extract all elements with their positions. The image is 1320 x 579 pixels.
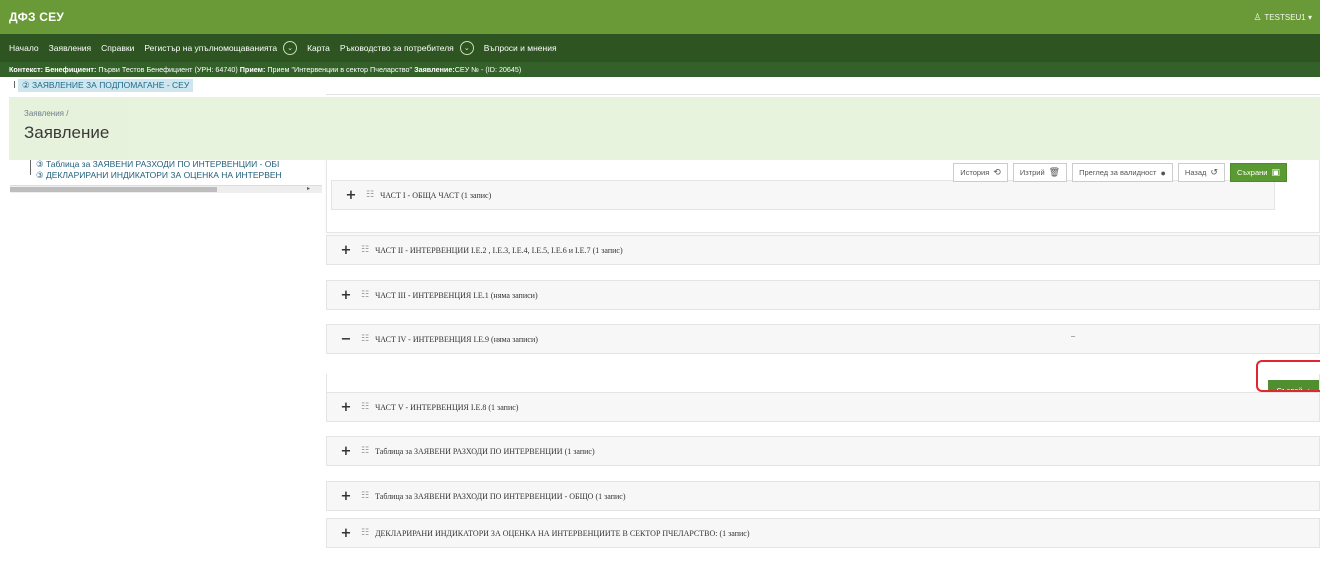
section-indicators[interactable]: + ☷ ДЕКЛАРИРАНИ ИНДИКАТОРИ ЗА ОЦЕНКА НА … xyxy=(326,518,1320,548)
expand-icon[interactable]: + xyxy=(340,400,352,415)
tree-scrollbar[interactable]: ▸ xyxy=(10,185,322,193)
delete-button-label: Изтрий xyxy=(1019,168,1045,177)
context-intake: Прием "Интервенции в сектор Пчеларство" xyxy=(265,65,415,74)
chevron-down-icon[interactable]: ⌄ xyxy=(283,41,298,55)
nav-authorizations-label: Регистър на упълномощаванията xyxy=(144,43,278,53)
section-part-5[interactable]: + ☷ ЧАСТ V - ИНТЕРВЕНЦИЯ I.Е.8 (1 запис) xyxy=(326,392,1320,422)
history-button-label: История xyxy=(960,168,990,177)
expand-icon[interactable]: + xyxy=(340,288,352,303)
breadcrumb[interactable]: Заявления / xyxy=(24,109,1320,118)
list-icon: ☷ xyxy=(361,446,370,456)
user-name: TESTSEU1 ▾ xyxy=(1264,12,1312,22)
main-nav: Начало Заявления Справки Регистър на упъ… xyxy=(0,34,1320,62)
tree-connector xyxy=(14,81,15,88)
nav-user-guide[interactable]: Ръководство за потребителя ⌄ xyxy=(340,41,474,55)
section-expenses[interactable]: + ☷ Таблица за ЗАЯВЕНИ РАЗХОДИ ПО ИНТЕРВ… xyxy=(326,436,1320,466)
page-header: Заявления / Заявление xyxy=(9,97,1320,160)
save-button-label: Съхрани xyxy=(1236,168,1268,177)
history-icon: ⟲ xyxy=(993,167,1001,177)
list-icon: ☷ xyxy=(361,290,370,300)
context-intake-label: Прием: xyxy=(239,65,266,74)
nav-map[interactable]: Карта xyxy=(307,43,330,53)
section-part-2[interactable]: + ☷ ЧАСТ II - ИНТЕРВЕНЦИИ I.Е.2 , I.Е.3,… xyxy=(326,235,1320,265)
tree-connector xyxy=(30,159,31,175)
delete-button[interactable]: Изтрий 🗑 xyxy=(1012,163,1068,182)
context-beneficiary: Първи Тестов Бенефициент (УРН: 64740) xyxy=(96,65,240,74)
page-title: Заявление xyxy=(24,123,110,142)
section-part-3[interactable]: + ☷ ЧАСТ III - ИНТЕРВЕНЦИЯ I.Е.1 (няма з… xyxy=(326,280,1320,310)
section-title: Таблица за ЗАЯВЕНИ РАЗХОДИ ПО ИНТЕРВЕНЦИ… xyxy=(375,446,595,456)
expand-icon[interactable]: + xyxy=(340,444,352,459)
list-icon: ☷ xyxy=(361,334,370,344)
back-button[interactable]: Назад ↺ xyxy=(1177,163,1225,182)
divider xyxy=(1071,336,1075,337)
section-title: ЧАСТ V - ИНТЕРВЕНЦИЯ I.Е.8 (1 запис) xyxy=(375,402,519,412)
list-icon: ☷ xyxy=(361,245,370,255)
list-icon: ☷ xyxy=(361,528,370,538)
validity-button-label: Преглед за валидност xyxy=(1079,168,1157,177)
context-beneficiary-label: Контекст: Бенефициент: xyxy=(9,65,97,74)
app-title: ДФЗ СЕУ xyxy=(9,10,65,24)
expand-icon[interactable]: + xyxy=(340,243,352,258)
context-application: СЕУ № - (ID: 20645) xyxy=(454,65,522,74)
section-title: Таблица за ЗАЯВЕНИ РАЗХОДИ ПО ИНТЕРВЕНЦИ… xyxy=(375,491,626,501)
back-button-label: Назад xyxy=(1184,168,1207,177)
nav-applications[interactable]: Заявления xyxy=(49,43,92,53)
check-circle-icon: ● xyxy=(1160,167,1166,178)
tree-node-application[interactable]: ② ЗАЯВЛЕНИЕ ЗА ПОДПОМАГАНЕ - СЕУ xyxy=(18,79,194,92)
scroll-right-icon[interactable]: ▸ xyxy=(307,185,310,192)
save-icon: ▣ xyxy=(1271,167,1280,177)
scrollbar-thumb[interactable] xyxy=(10,187,217,192)
list-icon: ☷ xyxy=(361,402,370,412)
panel-top-box xyxy=(326,77,1320,95)
section-title: ЧАСТ II - ИНТЕРВЕНЦИИ I.Е.2 , I.Е.3, I.Е… xyxy=(375,245,623,255)
context-bar: Контекст: Бенефициент: Първи Тестов Бене… xyxy=(0,62,1320,77)
nav-home[interactable]: Начало xyxy=(9,43,39,53)
collapse-icon[interactable]: − xyxy=(340,332,352,347)
section-expenses-total[interactable]: + ☷ Таблица за ЗАЯВЕНИ РАЗХОДИ ПО ИНТЕРВ… xyxy=(326,481,1320,511)
nav-reports[interactable]: Справки xyxy=(101,43,134,53)
tree-node-indicators[interactable]: ③ ДЕКЛАРИРАНИ ИНДИКАТОРИ ЗА ОЦЕНКА НА ИН… xyxy=(36,170,282,181)
nav-user-guide-label: Ръководство за потребителя xyxy=(339,43,454,53)
section-part-4[interactable]: − ☷ ЧАСТ IV - ИНТЕРВЕНЦИЯ I.Е.9 (няма за… xyxy=(326,324,1320,354)
save-button[interactable]: Съхрани ▣ xyxy=(1229,163,1287,182)
validity-button[interactable]: Преглед за валидност ● xyxy=(1072,163,1173,182)
context-application-label: Заявление: xyxy=(414,65,455,74)
trash-icon: 🗑 xyxy=(1048,167,1061,177)
tree-node-expenses-total[interactable]: ③ Таблица за ЗАЯВЕНИ РАЗХОДИ ПО ИНТЕРВЕН… xyxy=(36,159,279,170)
section-title: ЧАСТ IV - ИНТЕРВЕНЦИЯ I.Е.9 (няма записи… xyxy=(375,334,538,344)
section-title: ЧАСТ I - ОБЩА ЧАСТ (1 запис) xyxy=(380,190,492,200)
expand-icon[interactable]: + xyxy=(340,489,352,504)
nav-faq[interactable]: Въпроси и мнения xyxy=(484,43,557,53)
chevron-down-icon[interactable]: ⌄ xyxy=(459,41,474,55)
user-menu[interactable]: ♙ TESTSEU1 ▾ xyxy=(1253,12,1312,23)
section-title: ЧАСТ III - ИНТЕРВЕНЦИЯ I.Е.1 (няма запис… xyxy=(375,290,538,300)
history-button[interactable]: История ⟲ xyxy=(953,163,1008,182)
section-part-1[interactable]: + ☷ ЧАСТ I - ОБЩА ЧАСТ (1 запис) xyxy=(331,180,1275,210)
user-icon: ♙ xyxy=(1253,11,1262,22)
section-title: ДЕКЛАРИРАНИ ИНДИКАТОРИ ЗА ОЦЕНКА НА ИНТЕ… xyxy=(375,528,750,538)
top-bar: ДФЗ СЕУ ♙ TESTSEU1 ▾ xyxy=(0,0,1320,34)
form-toolbar: История ⟲ Изтрий 🗑 Преглед за валидност … xyxy=(953,163,1287,182)
highlight-box xyxy=(1256,360,1320,392)
list-icon: ☷ xyxy=(366,190,375,200)
undo-icon: ↺ xyxy=(1210,167,1218,177)
nav-authorizations[interactable]: Регистър на упълномощаванията ⌄ xyxy=(144,41,298,55)
expand-icon[interactable]: + xyxy=(345,188,357,203)
expand-icon[interactable]: + xyxy=(340,526,352,541)
list-icon: ☷ xyxy=(361,491,370,501)
